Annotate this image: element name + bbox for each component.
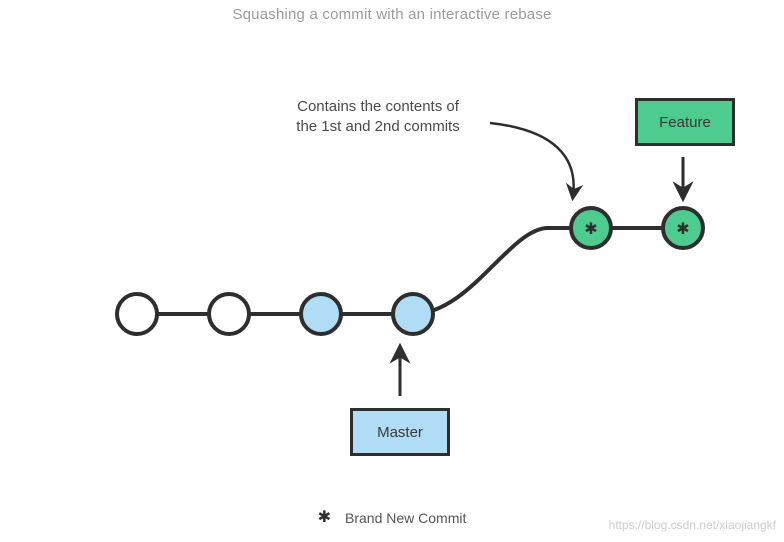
star-icon: ✱ xyxy=(318,510,331,526)
commit-old-1 xyxy=(117,294,157,334)
diagram-svg: ✱ ✱ xyxy=(0,0,784,542)
commit-master-1 xyxy=(301,294,341,334)
watermark: https://blog.csdn.net/xiaojiangkf xyxy=(609,518,776,532)
commit-old-2 xyxy=(209,294,249,334)
star-icon: ✱ xyxy=(676,221,689,238)
star-icon: ✱ xyxy=(584,221,597,238)
legend-label: Brand New Commit xyxy=(345,510,466,526)
commit-master-head xyxy=(393,294,433,334)
annotation-arrow xyxy=(490,123,574,196)
